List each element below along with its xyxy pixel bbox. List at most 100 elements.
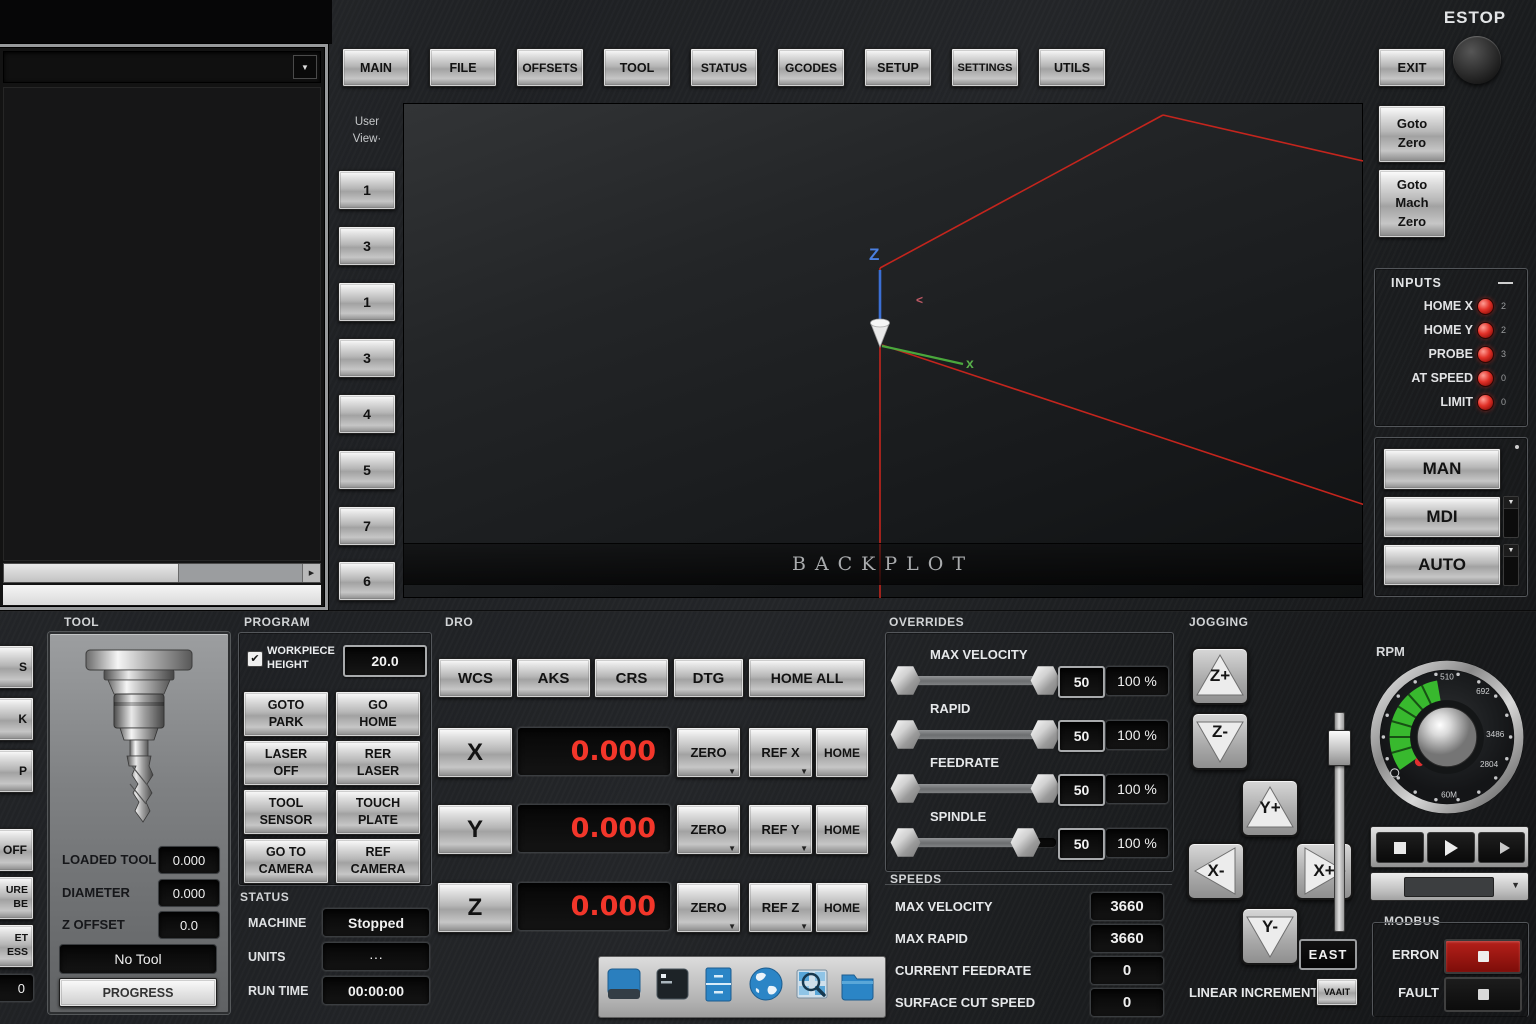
gauge-knob[interactable] — [1417, 707, 1477, 767]
home-x-button[interactable]: HOME — [815, 727, 869, 778]
edge-button-3[interactable]: P — [0, 749, 34, 793]
rapid-override-value[interactable]: 50 — [1058, 720, 1105, 752]
tool-sensor-button[interactable]: TOOL SENSOR — [243, 789, 329, 835]
user-view-button-1[interactable]: 1 — [338, 170, 396, 210]
display-icon[interactable] — [607, 967, 643, 1007]
dro-wcs-button[interactable]: WCS — [438, 658, 513, 698]
gcode-list-area[interactable] — [3, 87, 321, 561]
menu-main-button[interactable]: MAIN — [342, 48, 410, 87]
spindle-reverse-button[interactable] — [1478, 832, 1525, 863]
jog-z-minus-button[interactable]: Z- — [1191, 712, 1249, 770]
dro-crs-button[interactable]: CRS — [594, 658, 669, 698]
chevron-down-icon[interactable]: ▼ — [293, 55, 317, 79]
jog-y-plus-button[interactable]: Y+ — [1241, 779, 1299, 837]
jog-z-plus-button[interactable]: Z+ — [1191, 647, 1249, 705]
user-view-button-4[interactable]: 3 — [338, 338, 396, 378]
max-velocity-slider-handle[interactable] — [1030, 665, 1061, 696]
chevron-down-icon[interactable]: ▼ — [1504, 545, 1518, 557]
spindle-stop-button[interactable] — [1376, 832, 1424, 863]
jog-speed-slider-handle[interactable] — [1328, 730, 1351, 766]
backplot-view[interactable]: Z x < BACKPLOT — [403, 103, 1363, 598]
jog-x-minus-button[interactable]: X- — [1187, 842, 1245, 900]
menu-gcodes-button[interactable]: GCODES — [777, 48, 845, 87]
ref-camera-button[interactable]: REF CAMERA — [335, 838, 421, 884]
exit-button[interactable]: EXIT — [1378, 48, 1446, 87]
zero-z-button[interactable]: ZERO▼ — [676, 882, 741, 933]
jog-y-minus-button[interactable]: Y- — [1241, 907, 1299, 965]
dro-aks-button[interactable]: AKS — [516, 658, 591, 698]
user-view-button-5[interactable]: 4 — [338, 394, 396, 434]
ref-x-button[interactable]: REF X▼ — [748, 727, 813, 778]
goto-zero-button[interactable]: Goto Zero — [1378, 105, 1446, 163]
file-cabinet-icon[interactable] — [701, 967, 737, 1007]
auto-scrollbar[interactable]: ▼ — [1503, 544, 1519, 586]
home-all-button[interactable]: HOME ALL — [748, 658, 866, 698]
spindle-override-value[interactable]: 50 — [1058, 828, 1105, 860]
spindle-forward-button[interactable] — [1427, 832, 1475, 863]
user-view-button-6[interactable]: 5 — [338, 450, 396, 490]
edge-button-4[interactable]: OFF — [0, 828, 34, 872]
feedrate-slider-handle[interactable] — [1030, 773, 1061, 804]
mdi-scrollbar[interactable]: ▼ — [1503, 496, 1519, 538]
max-velocity-override-value[interactable]: 50 — [1058, 666, 1105, 698]
axis-z-button[interactable]: Z — [437, 882, 513, 933]
map-search-icon[interactable] — [795, 967, 833, 1007]
menu-setup-button[interactable]: SETUP — [864, 48, 932, 87]
user-view-button-7[interactable]: 7 — [338, 506, 396, 546]
mode-mdi-button[interactable]: MDI — [1383, 496, 1501, 538]
jog-fast-button[interactable]: EAST — [1299, 939, 1357, 970]
mode-man-button[interactable]: MAN — [1383, 448, 1501, 490]
edge-button-1[interactable]: S — [0, 645, 34, 689]
menu-settings-button[interactable]: SETTINGS — [951, 48, 1019, 87]
modbus-error-indicator[interactable] — [1444, 939, 1522, 974]
axis-y-button[interactable]: Y — [437, 804, 513, 855]
home-y-button[interactable]: HOME — [815, 804, 869, 855]
spindle-speed-combobox[interactable]: ▼ — [1370, 872, 1529, 901]
zero-x-button[interactable]: ZERO▼ — [676, 727, 741, 778]
folder-icon[interactable] — [839, 967, 879, 1007]
scrollbar-thumb[interactable] — [4, 564, 179, 582]
workpiece-height-checkbox[interactable]: ✔ — [247, 651, 263, 667]
feedrate-override-value[interactable]: 50 — [1058, 774, 1105, 806]
goto-park-button[interactable]: GOTO PARK — [243, 691, 329, 737]
estop-knob-button[interactable] — [1453, 36, 1501, 84]
progress-button[interactable]: PROGRESS — [59, 978, 217, 1007]
menu-status-button[interactable]: STATUS — [690, 48, 758, 87]
terminal-icon[interactable] — [655, 967, 691, 1007]
linear-increment-value-button[interactable]: VAAIT — [1316, 978, 1358, 1006]
home-z-button[interactable]: HOME — [815, 882, 869, 933]
laser-off-button[interactable]: LASER OFF — [243, 740, 329, 786]
menu-tool-button[interactable]: TOOL — [603, 48, 671, 87]
menu-utils-button[interactable]: UTILS — [1038, 48, 1106, 87]
user-view-button-2[interactable]: 3 — [338, 226, 396, 266]
chevron-down-icon[interactable]: ▼ — [1504, 497, 1518, 509]
menu-file-button[interactable]: FILE — [429, 48, 497, 87]
mode-auto-button[interactable]: AUTO — [1383, 544, 1501, 586]
stop-icon — [1394, 842, 1406, 854]
go-home-button[interactable]: GO HOME — [335, 691, 421, 737]
user-view-button-3[interactable]: 1 — [338, 282, 396, 322]
horizontal-scrollbar[interactable]: ▶ — [3, 563, 321, 583]
edge-button-5[interactable]: URE BE — [0, 876, 34, 920]
ref-z-button[interactable]: REF Z▼ — [748, 882, 813, 933]
rapid-slider-handle[interactable] — [1030, 719, 1061, 750]
edge-button-6[interactable]: ET ESS — [0, 924, 34, 968]
collapse-dash-icon[interactable] — [1498, 282, 1513, 284]
workpiece-height-value[interactable]: 20.0 — [343, 645, 427, 677]
edge-button-2[interactable]: K — [0, 697, 34, 741]
spindle-slider-handle[interactable] — [1010, 827, 1041, 858]
globe-icon[interactable] — [747, 966, 787, 1006]
menu-offsets-button[interactable]: OFFSETS — [516, 48, 584, 87]
zero-y-button[interactable]: ZERO▼ — [676, 804, 741, 855]
gcode-view-combobox[interactable]: ▼ — [3, 51, 321, 83]
go-to-camera-button[interactable]: GO TO CAMERA — [243, 838, 329, 884]
user-view-button-8[interactable]: 6 — [338, 561, 396, 601]
dro-dtg-button[interactable]: DTG — [673, 658, 744, 698]
touch-plate-button[interactable]: TOUCH PLATE — [335, 789, 421, 835]
axis-x-button[interactable]: X — [437, 727, 513, 778]
modbus-fault-indicator[interactable] — [1444, 977, 1522, 1012]
goto-mach-zero-button[interactable]: Goto Mach Zero — [1378, 169, 1446, 238]
scrollbar-right-arrow-icon[interactable]: ▶ — [302, 564, 320, 582]
ref-y-button[interactable]: REF Y▼ — [748, 804, 813, 855]
ref-laser-button[interactable]: RER LASER — [335, 740, 421, 786]
